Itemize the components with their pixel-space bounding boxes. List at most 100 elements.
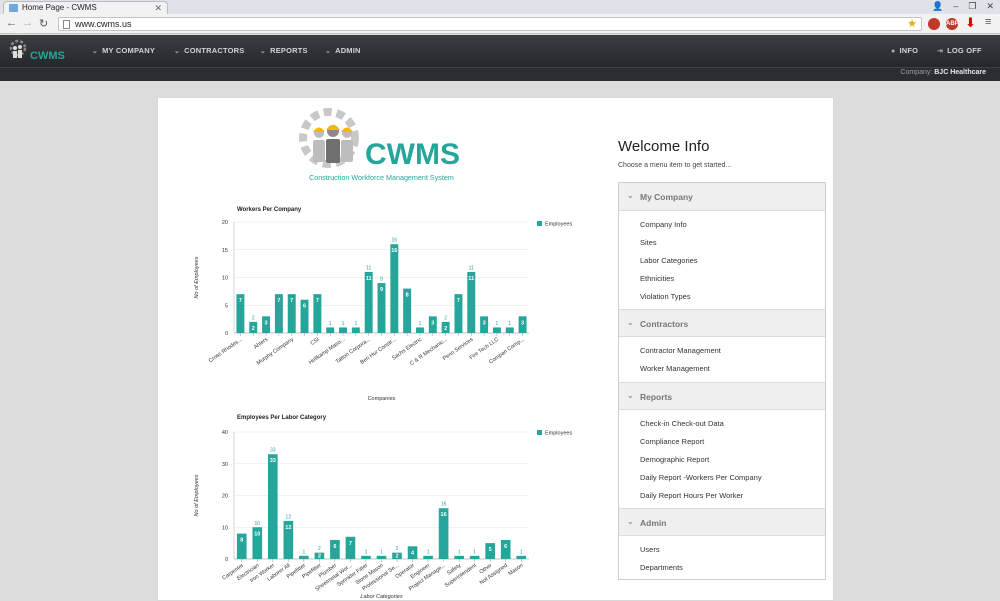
chevron-down-icon: ⌄	[260, 48, 267, 55]
url-text: www.cwms.us	[75, 19, 132, 29]
cwms-nav-logo[interactable]: CWMS	[8, 39, 74, 63]
data-label-above: 1	[354, 321, 357, 327]
nav-reports[interactable]: ⌄ REPORTS	[260, 46, 308, 55]
link-contractor-management[interactable]: Contractor Management	[640, 346, 721, 355]
section-my-company[interactable]: ⌄ My Company	[619, 183, 825, 211]
user-icon: ●	[891, 48, 896, 55]
data-label-above: 11	[366, 265, 371, 271]
data-label-above: 1	[419, 321, 422, 327]
chart-bar	[505, 327, 514, 333]
y-tick-label: 10	[222, 276, 228, 282]
menu-icon[interactable]: ≡	[985, 16, 991, 28]
reload-icon[interactable]: ↻	[39, 17, 48, 30]
nav-logo-text: CWMS	[30, 50, 65, 62]
nav-info-label: INFO	[899, 46, 919, 55]
chart-bar	[390, 244, 399, 333]
page-favicon-icon	[9, 4, 18, 12]
link-ethnicities[interactable]: Ethnicities	[640, 274, 674, 283]
chevron-down-icon: ⌄	[627, 318, 634, 327]
nav-admin[interactable]: ⌄ ADMIN	[325, 46, 361, 55]
data-label: 33	[270, 458, 276, 464]
maximize-icon[interactable]: ❐	[968, 1, 976, 12]
chart-bar	[299, 555, 309, 559]
close-window-icon[interactable]: ✕	[986, 1, 994, 12]
data-label-above: 11	[469, 265, 474, 271]
logout-icon: ⇥	[937, 48, 944, 55]
download-arrow-icon[interactable]: ⬇	[965, 15, 976, 31]
link-daily-workers-per-company[interactable]: Daily Report -Workers Per Company	[640, 473, 762, 482]
nav-contractors[interactable]: ⌄ CONTRACTORS	[174, 46, 244, 55]
data-label: 5	[489, 547, 492, 553]
section-contractors[interactable]: ⌄ Contractors	[619, 309, 825, 337]
y-tick-label: 40	[222, 430, 228, 436]
user-icon[interactable]: 👤	[932, 1, 943, 12]
company-name: BJC Healthcare	[934, 69, 986, 76]
welcome-subtitle: Choose a menu item to get started...	[618, 162, 732, 169]
link-violation-types[interactable]: Violation Types	[640, 292, 691, 301]
forward-icon[interactable]: →	[22, 17, 33, 29]
data-label-above: 16	[441, 502, 447, 508]
nav-reports-label: REPORTS	[270, 46, 308, 55]
chart-bar	[376, 555, 387, 559]
chart-bar	[469, 555, 480, 559]
data-label-above: 2	[252, 315, 255, 321]
data-label: 11	[366, 276, 372, 282]
extension-icon[interactable]	[928, 18, 940, 30]
section-reports[interactable]: ⌄ Reports	[619, 382, 825, 410]
browser-toolbar: ← → ↻ www.cwms.us ★ ABP ⬇ ≡	[0, 14, 1000, 34]
back-icon[interactable]: ←	[6, 17, 17, 29]
data-label: 6	[303, 304, 306, 310]
bookmark-star-icon[interactable]: ★	[907, 17, 917, 30]
nav-my-company[interactable]: ⌄ MY COMPANY	[92, 46, 155, 55]
data-label: 2	[252, 326, 255, 332]
y-tick-label: 10	[222, 525, 228, 531]
x-tick-label: Mason	[507, 563, 524, 577]
data-label: 3	[483, 320, 486, 326]
y-tick-label: 20	[222, 220, 228, 226]
link-company-info[interactable]: Company Info	[640, 220, 687, 229]
chevron-down-icon: ⌄	[325, 48, 332, 55]
y-tick-label: 0	[225, 331, 228, 337]
link-users[interactable]: Users	[640, 545, 660, 554]
link-demographic-report[interactable]: Demographic Report	[640, 455, 709, 464]
data-label-above: 1	[496, 321, 499, 327]
page-icon	[63, 20, 70, 29]
y-tick-label: 30	[222, 462, 228, 468]
close-tab-icon[interactable]: ✕	[154, 3, 162, 14]
data-label-above: 1	[427, 549, 430, 555]
nav-info[interactable]: ● INFO	[891, 46, 918, 55]
data-label-above: 12	[286, 514, 292, 520]
link-departments[interactable]: Departments	[640, 563, 683, 572]
section-title: Admin	[640, 518, 667, 528]
data-label: 3	[521, 320, 524, 326]
data-label-above: 10	[255, 521, 261, 527]
minimize-icon[interactable]: –	[953, 1, 958, 12]
legend-swatch	[537, 221, 542, 226]
chevron-down-icon: ⌄	[627, 517, 634, 526]
logo-tagline: Construction Workforce Management System	[309, 173, 454, 182]
y-tick-label: 15	[222, 248, 228, 254]
data-label: 9	[380, 287, 383, 293]
window-controls: 👤 – ❐ ✕	[932, 1, 994, 12]
section-admin[interactable]: ⌄ Admin	[619, 508, 825, 536]
data-label: 8	[240, 538, 243, 544]
data-label: 10	[254, 531, 260, 537]
link-sites[interactable]: Sites	[640, 238, 657, 247]
adblock-icon[interactable]: ABP	[946, 18, 959, 30]
link-compliance-report[interactable]: Compliance Report	[640, 437, 704, 446]
data-label-above: 16	[392, 238, 398, 244]
browser-tab[interactable]: Home Page - CWMS ✕	[3, 1, 168, 14]
menu-accordion: ⌄ My Company Company Info Sites Labor Cat…	[618, 182, 826, 580]
link-worker-management[interactable]: Worker Management	[640, 364, 710, 373]
data-label: 2	[318, 554, 321, 560]
y-axis-title: No of Employees	[194, 256, 200, 298]
nav-logoff[interactable]: ⇥ LOG OFF	[937, 46, 982, 55]
data-label-above: 1	[365, 549, 368, 555]
link-labor-categories[interactable]: Labor Categories	[640, 256, 698, 265]
link-daily-hours-per-worker[interactable]: Daily Report Hours Per Worker	[640, 491, 743, 500]
employees-per-labor-category-chart: 0102030408Carpenter1010Electrician3333Ir…	[194, 430, 572, 600]
nav-contractors-label: CONTRACTORS	[184, 46, 245, 55]
link-checkin-checkout[interactable]: Check-in Check-out Data	[640, 419, 724, 428]
address-bar[interactable]: www.cwms.us ★	[58, 17, 922, 31]
section-title: My Company	[640, 192, 693, 202]
